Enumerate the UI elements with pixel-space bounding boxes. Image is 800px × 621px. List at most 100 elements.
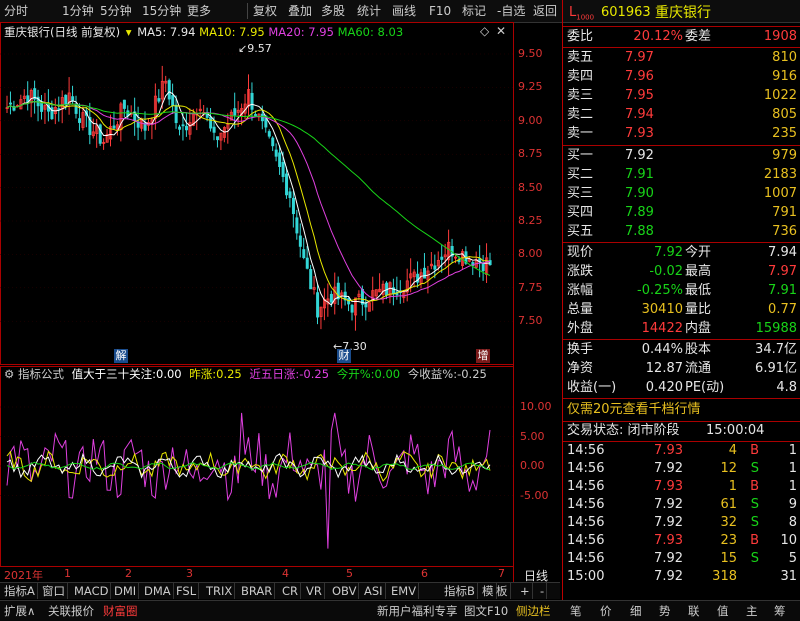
tab-zhibiao-a[interactable]: 指标A [2, 583, 38, 599]
tick-volume: 61 [720, 497, 737, 512]
tab-brar[interactable]: BRAR [239, 583, 276, 599]
right-tab-chou[interactable]: 筹 [774, 603, 786, 619]
buy-level-label: 买五 [567, 224, 594, 239]
buy-level-row: 买四 7.89 791 [563, 204, 800, 222]
stat-label: 流通 [685, 361, 712, 376]
tab-asi[interactable]: ASI [362, 583, 386, 599]
right-tab-lian[interactable]: 联 [688, 603, 700, 619]
candle-body [233, 108, 237, 116]
toolbar-item-tongji[interactable]: 统计 [357, 3, 381, 19]
status-related-quotes[interactable]: 关联报价 [48, 603, 94, 619]
buy-level-volume: 791 [772, 205, 797, 220]
price-tick-label: 7.75 [518, 280, 543, 294]
ind-item-3-value: 0.00 [374, 367, 401, 381]
candle-body [309, 269, 313, 290]
tick-row: 14:56 7.93 23 B 10 [563, 532, 800, 550]
stat-label: 现价 [567, 245, 594, 260]
status-sidebar[interactable]: 侧边栏 [516, 603, 551, 619]
toolbar-item-biaoji[interactable]: 标记 [462, 3, 486, 19]
price-tick-label: 9.25 [518, 80, 543, 94]
promo-row[interactable]: 仅需20元查看千档行情 [563, 400, 800, 420]
tab-obv[interactable]: OBV [330, 583, 360, 599]
sell-level-price: 7.96 [625, 69, 654, 84]
tab-zhibiao-b[interactable]: 指标B [442, 583, 478, 599]
status-f10[interactable]: 图文F10 [464, 603, 508, 619]
tick-side: B [750, 479, 759, 494]
settings-diamond-icon[interactable]: ◇ [480, 24, 489, 38]
toolbar-item-1min[interactable]: 1分钟 [62, 3, 94, 19]
kline-chart[interactable] [0, 22, 562, 582]
toolbar-item-15min[interactable]: 15分钟 [142, 3, 181, 19]
tab-remove[interactable]: - [538, 583, 548, 599]
right-tab-zhi[interactable]: 值 [717, 603, 729, 619]
stat-value: 0.77 [768, 302, 797, 317]
status-new-user[interactable]: 新用户福利专享 [377, 603, 458, 619]
tab-fsl[interactable]: FSL [174, 583, 200, 599]
stat-label: 量比 [685, 302, 712, 317]
toolbar-item-diejia[interactable]: 叠加 [288, 3, 312, 19]
weibi-label: 委比 [567, 29, 594, 44]
tab-cr[interactable]: CR [280, 583, 302, 599]
toolbar-item-fenshi[interactable]: 分时 [4, 3, 28, 19]
toolbar-item-huaxian[interactable]: 画线 [392, 3, 416, 19]
tick-count: 1 [788, 479, 797, 494]
indicator-name[interactable]: 指标公式 [18, 367, 64, 381]
candle-body [78, 118, 82, 123]
right-tab-zhu[interactable]: 主 [746, 603, 758, 619]
quote-stat-row: 净资 12.87 流通 6.91亿 [563, 360, 800, 378]
event-marker-jie[interactable]: 解 [114, 349, 128, 363]
right-tab-jia[interactable]: 价 [600, 603, 612, 619]
promo-text[interactable]: 仅需20元查看千档行情 [567, 400, 701, 420]
toolbar-item-more[interactable]: 更多 [187, 3, 211, 19]
candle-body [291, 197, 295, 215]
indicator-lines-layer [6, 412, 491, 549]
stat-label: 外盘 [567, 321, 594, 336]
status-expand[interactable]: 扩展∧ [4, 603, 35, 619]
toolbar-item-fanhui[interactable]: 返回 [533, 3, 557, 19]
tab-vr[interactable]: VR [304, 583, 325, 599]
tick-row: 14:56 7.92 12 S 1 [563, 460, 800, 478]
stat-label: 今开 [685, 245, 712, 260]
tab-trix[interactable]: TRIX [204, 583, 236, 599]
tick-row: 14:56 7.93 4 B 1 [563, 442, 800, 460]
event-marker-zeng[interactable]: 增 [476, 349, 490, 363]
indicator-tick-label: 10.00 [520, 400, 552, 413]
stock-name: 重庆银行 [4, 25, 50, 39]
candle-body [9, 102, 13, 105]
candle-body [305, 257, 309, 269]
candle-body [253, 114, 257, 116]
period-label[interactable]: (日线 前复权) [50, 25, 120, 39]
tab-window[interactable]: 窗口 [40, 583, 68, 599]
close-icon[interactable]: ✕ [496, 24, 506, 38]
tab-add[interactable]: + [518, 583, 533, 599]
period-dropdown-icon[interactable]: ▾ [126, 25, 132, 39]
tab-macd[interactable]: MACD [72, 583, 112, 599]
candle-body [64, 94, 68, 105]
right-tab-shi[interactable]: 势 [659, 603, 671, 619]
toolbar-item-zixuan[interactable]: -自选 [497, 3, 525, 19]
tick-volume: 4 [728, 443, 737, 458]
tick-price: 7.92 [654, 569, 683, 584]
event-marker-cai[interactable]: 财 [337, 349, 351, 363]
tick-price: 7.92 [654, 461, 683, 476]
tab-ban[interactable]: 板 [494, 583, 511, 599]
sell-level-price: 7.93 [625, 126, 654, 141]
candle-body [250, 92, 254, 110]
tab-dma[interactable]: DMA [142, 583, 174, 599]
toolbar-item-duogu[interactable]: 多股 [321, 3, 345, 19]
buy-level-row: 买三 7.90 1007 [563, 185, 800, 203]
tab-dmi[interactable]: DMI [112, 583, 140, 599]
right-tab-xi[interactable]: 细 [630, 603, 642, 619]
ind-item-4-label: 今收益%: [407, 367, 458, 381]
tick-count: 31 [780, 569, 797, 584]
indicator-settings-icon[interactable]: ⚙ [4, 367, 14, 381]
right-tab-bi[interactable]: 笔 [570, 603, 582, 619]
candle-body [281, 162, 285, 177]
toolbar-item-5min[interactable]: 5分钟 [100, 3, 132, 19]
sell-level-volume: 805 [772, 107, 797, 122]
toolbar-item-fuquan[interactable]: 复权 [253, 3, 277, 19]
toolbar-item-f10[interactable]: F10 [429, 3, 451, 19]
tab-emv[interactable]: EMV [389, 583, 420, 599]
sell-level-row: 卖四 7.96 916 [563, 68, 800, 86]
status-fortune-circle[interactable]: 财富圈 [103, 603, 138, 619]
